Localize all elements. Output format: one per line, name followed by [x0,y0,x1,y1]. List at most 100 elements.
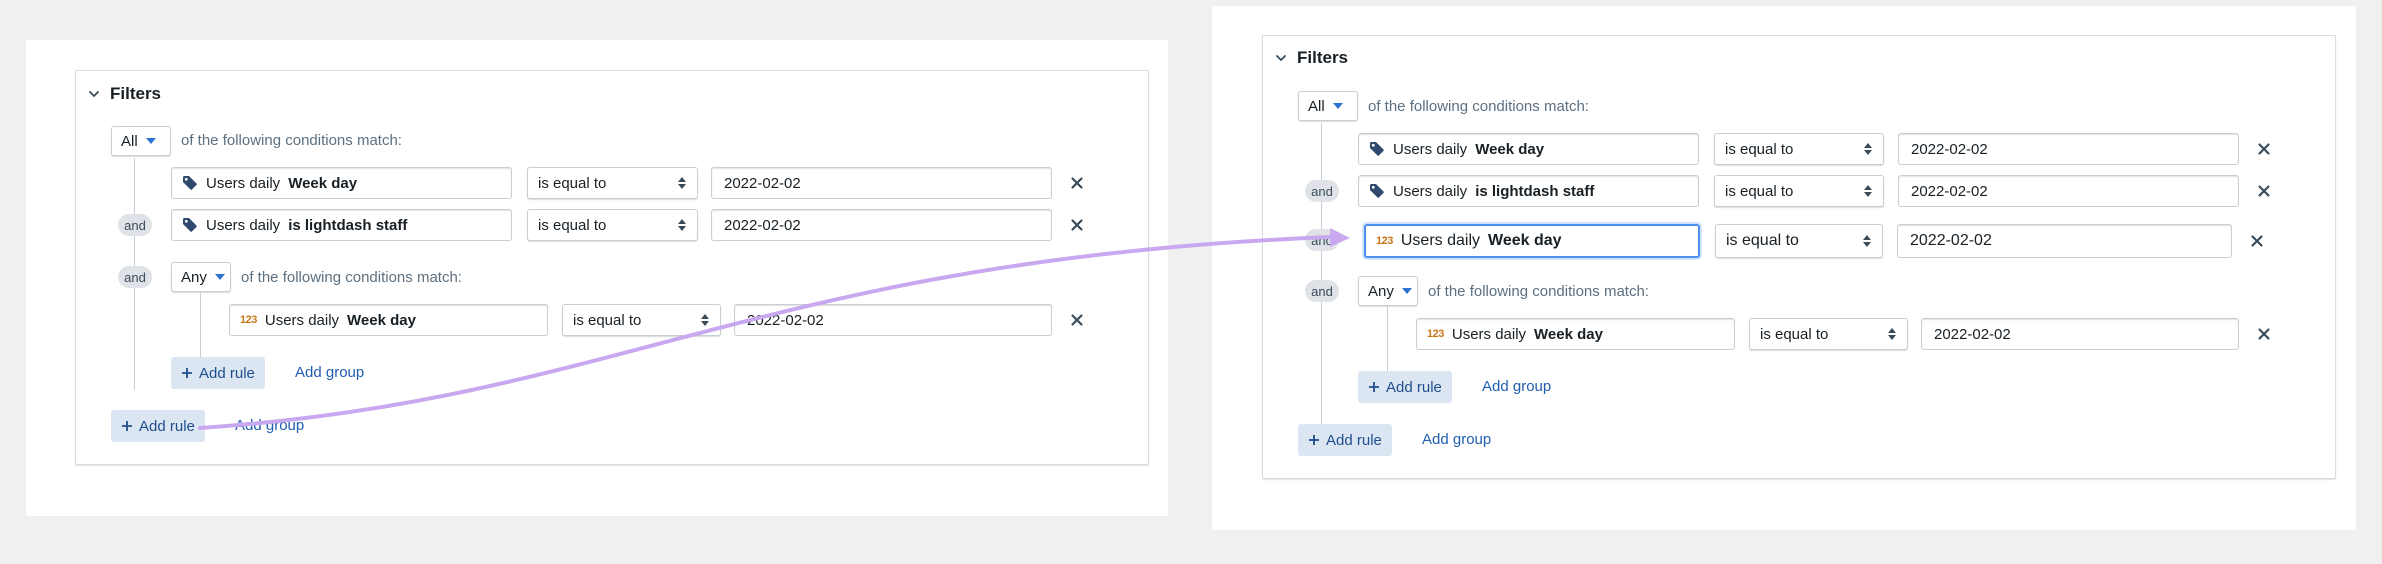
left-group-rule-operator[interactable]: is equal to [562,304,721,336]
left-group-match-text: of the following conditions match: [241,269,462,286]
right-rule-2-fieldname: is lightdash staff [1475,182,1595,200]
left-add-group-link[interactable]: Add group [235,417,304,434]
left-group-add-rule-label: Add rule [199,364,255,382]
tag-icon [1369,183,1385,199]
left-group-rule-fieldname: Week day [347,311,416,329]
right-group-match-text: of the following conditions match: [1428,283,1649,300]
left-add-rule-button[interactable]: Add rule [111,410,205,442]
plus-icon [1368,381,1380,393]
right-group-rule-operator-text: is equal to [1760,325,1829,343]
close-icon[interactable] [2256,326,2272,342]
right-rule-2-prefix: Users daily [1393,182,1468,200]
right-add-group-link[interactable]: Add group [1422,431,1491,448]
left-match-text: of the following conditions match: [181,132,402,149]
right-group-add-rule-button[interactable]: Add rule [1358,371,1452,403]
tag-icon [182,217,198,233]
chevron-down-icon [1273,50,1289,66]
left-group-add-group-link[interactable]: Add group [295,364,364,381]
number-type-icon: 123 [240,314,257,326]
right-group-add-group-link[interactable]: Add group [1482,378,1551,395]
up-down-caret-icon [1863,184,1873,198]
right-rule-1-operator[interactable]: is equal to [1714,133,1884,165]
caret-down-icon [1401,288,1412,294]
up-down-caret-icon [677,218,687,232]
close-icon[interactable] [2249,233,2265,249]
right-rule-3-value[interactable]: 2022-02-02 [1897,224,2232,258]
right-group-rule-value[interactable]: 2022-02-02 [1921,318,2239,350]
up-down-caret-icon [1863,142,1873,156]
right-rule-3-fieldname: Week day [1488,232,1562,249]
right-rule-2-operator-text: is equal to [1725,182,1794,200]
left-group-rule-value[interactable]: 2022-02-02 [734,304,1052,336]
right-group-rule-fieldname: Week day [1534,325,1603,343]
right-rule-1-operator-text: is equal to [1725,140,1794,158]
right-group-joiner: and [1305,280,1339,302]
left-group-match-select-value: Any [181,268,207,286]
left-add-rule-label: Add rule [139,417,195,435]
left-rule-1-field[interactable]: Users daily Week day [171,167,512,199]
right-rule-3-field[interactable]: 123 Users daily Week day [1364,224,1700,258]
right-rule-1-value[interactable]: 2022-02-02 [1898,133,2239,165]
right-add-rule-label: Add rule [1326,431,1382,449]
right-rule-2-joiner: and [1305,180,1339,202]
left-filters-card [75,70,1149,465]
left-group-add-rule-button[interactable]: Add rule [171,357,265,389]
right-rule-2-value[interactable]: 2022-02-02 [1898,175,2239,207]
caret-down-icon [214,274,225,280]
close-icon[interactable] [2256,183,2272,199]
right-rule-3-operator-text: is equal to [1726,232,1799,249]
right-rule-1-field[interactable]: Users daily Week day [1358,133,1699,165]
right-rule-2-operator[interactable]: is equal to [1714,175,1884,207]
chevron-down-icon [86,86,102,102]
close-icon[interactable] [2256,141,2272,157]
right-group-rule-field[interactable]: 123 Users daily Week day [1416,318,1735,350]
left-rule-2-operator-text: is equal to [538,216,607,234]
left-rule-2-operator[interactable]: is equal to [527,209,698,241]
right-group-rule-prefix: Users daily [1451,325,1527,343]
left-rule-2-fieldname: is lightdash staff [288,216,408,234]
left-group-rule-field[interactable]: 123 Users daily Week day [229,304,548,336]
right-group-tree-line [1387,306,1388,376]
right-rule-3-operator[interactable]: is equal to [1715,224,1883,258]
right-add-rule-button[interactable]: Add rule [1298,424,1392,456]
up-down-caret-icon [700,313,710,327]
right-match-select[interactable]: All [1298,91,1358,121]
right-filters-header[interactable]: Filters [1273,46,1348,70]
plus-icon [121,420,133,432]
right-rule-1-fieldname: Week day [1475,140,1545,158]
left-match-select[interactable]: All [111,126,171,156]
right-group-rule-operator[interactable]: is equal to [1749,318,1908,350]
left-filters-title: Filters [110,84,162,103]
left-filters-header[interactable]: Filters [86,82,161,106]
up-down-caret-icon [1862,234,1872,248]
right-filters-title: Filters [1297,48,1349,67]
close-icon[interactable] [1069,217,1085,233]
right-group-add-rule-label: Add rule [1386,378,1442,396]
left-rule-2-field[interactable]: Users daily is lightdash staff [171,209,512,241]
number-type-icon: 123 [1376,235,1393,247]
left-group-rule-operator-text: is equal to [573,311,642,329]
caret-down-icon [145,138,156,144]
left-rule-1-fieldname: Week day [288,174,358,192]
left-rule-1-value[interactable]: 2022-02-02 [711,167,1052,199]
plus-icon [1308,434,1320,446]
close-icon[interactable] [1069,312,1085,328]
right-match-select-value: All [1308,97,1325,115]
right-match-text: of the following conditions match: [1368,98,1589,115]
left-rule-1-operator[interactable]: is equal to [527,167,698,199]
left-rule-2-joiner: and [118,214,152,236]
plus-icon [181,367,193,379]
tag-icon [182,175,198,191]
left-rule-1-prefix: Users daily [206,174,281,192]
left-group-joiner: and [118,266,152,288]
left-group-tree-line [200,292,201,362]
right-rule-3-joiner: and [1305,229,1339,251]
left-group-match-select[interactable]: Any [171,262,231,292]
left-group-rule-prefix: Users daily [264,311,340,329]
close-icon[interactable] [1069,175,1085,191]
right-group-match-select[interactable]: Any [1358,276,1418,306]
right-group-match-select-value: Any [1368,282,1394,300]
left-rule-2-value[interactable]: 2022-02-02 [711,209,1052,241]
right-rule-2-field[interactable]: Users daily is lightdash staff [1358,175,1699,207]
right-rule-3-prefix: Users daily [1400,232,1480,249]
